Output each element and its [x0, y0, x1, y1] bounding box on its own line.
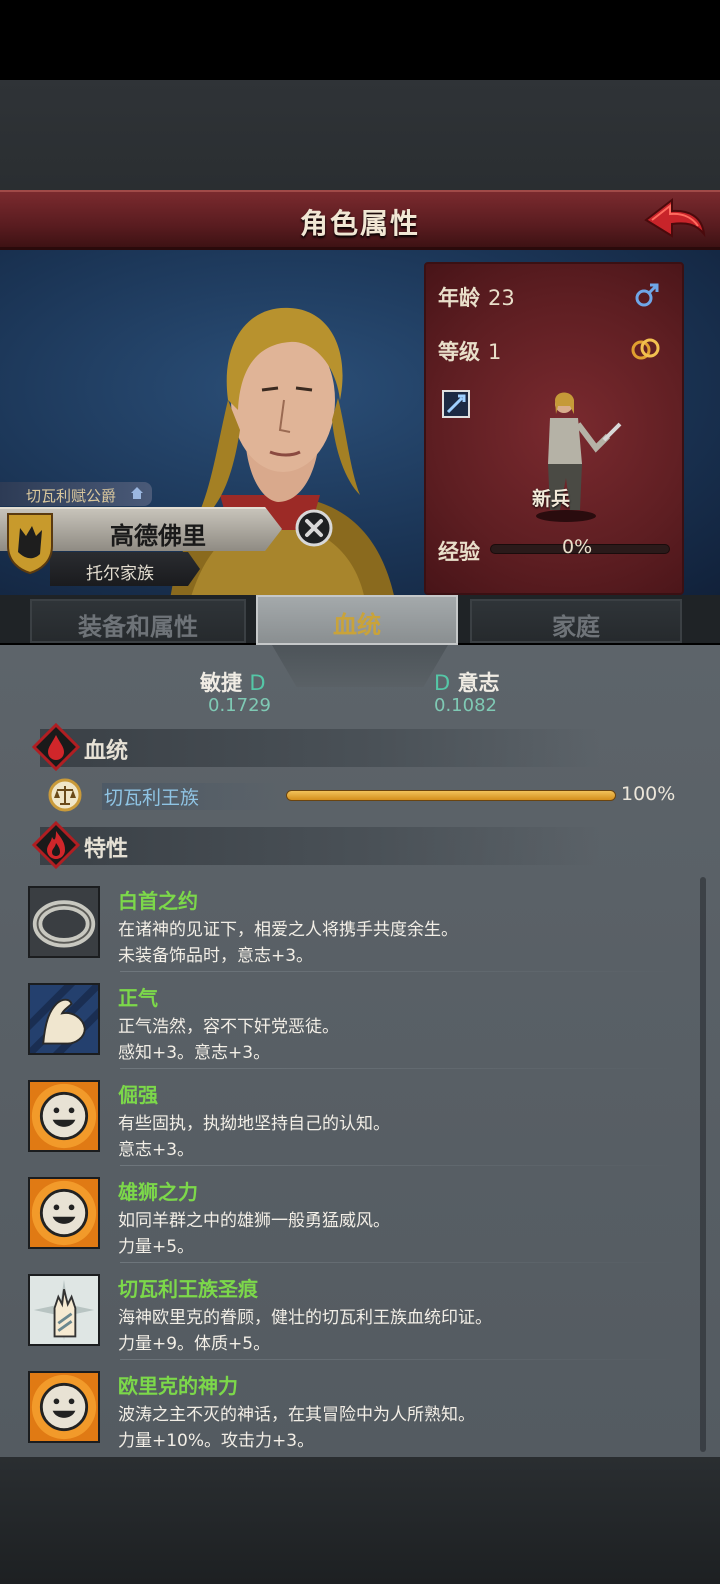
level-value: 1	[488, 340, 502, 364]
page-header: 角色属性	[0, 190, 720, 250]
agility-label: 敏捷	[200, 671, 242, 695]
tab-bar: 装备和属性 血统 家庭	[0, 595, 720, 645]
noble-title-tag: 切瓦利赋公爵	[0, 482, 152, 506]
tab-equipment-attributes[interactable]: 装备和属性	[30, 599, 246, 643]
trait-name: 切瓦利王族圣痕	[118, 1277, 258, 1301]
will-grade: D	[434, 671, 451, 695]
will-value: 0.1082	[434, 695, 497, 716]
trait-description: 海神欧里克的眷顾，健壮的切瓦利王族血统印证。	[118, 1308, 492, 1328]
trait-effect: 力量+10%。攻击力+3。	[118, 1431, 315, 1451]
trait-description: 波涛之主不灭的神话，在其冒险中为人所熟知。	[118, 1405, 475, 1425]
status-bar-area	[0, 0, 720, 80]
trait-description: 如同羊群之中的雄狮一般勇猛威风。	[118, 1211, 390, 1231]
trait-item[interactable]: 欧里克的神力 波涛之主不灭的神话，在其冒险中为人所熟知。 力量+10%。攻击力+…	[0, 1360, 720, 1457]
age-label: 年龄	[438, 286, 480, 310]
agility-value: 0.1729	[208, 695, 271, 716]
traits-section-title: 特性	[84, 837, 129, 862]
sacred-hand-icon	[28, 1274, 100, 1346]
male-icon	[635, 283, 659, 307]
family-name: 托尔家族	[86, 564, 154, 584]
tab-notch	[272, 645, 448, 687]
trait-description: 正气浩然，容不下奸党恶徒。	[118, 1017, 339, 1037]
flame-icon	[32, 821, 80, 869]
trait-effect: 未装备饰品时，意志+3。	[118, 946, 314, 966]
trait-name: 白首之约	[118, 889, 198, 913]
exp-value: 0%	[562, 536, 593, 558]
trait-effect: 感知+3。意志+3。	[118, 1043, 271, 1063]
blood-drop-icon	[32, 723, 80, 771]
level-label: 等级	[438, 340, 480, 364]
character-portrait-panel: 切瓦利赋公爵 高德佛里 托尔家族 年龄 23 等级 1 新兵 经验 0%	[0, 250, 720, 595]
bloodline-entry[interactable]: 切瓦利王族 100%	[48, 778, 688, 812]
class-name: 新兵	[532, 488, 571, 510]
character-name: 高德佛里	[110, 522, 206, 550]
trait-name: 正气	[118, 986, 158, 1010]
trait-description: 有些固执，执拗地坚持自己的认知。	[118, 1114, 390, 1134]
bloodline-progress-bar	[286, 790, 616, 801]
tab-bloodline[interactable]: 血统	[256, 595, 458, 645]
trait-item[interactable]: 切瓦利王族圣痕 海神欧里克的眷顾，健壮的切瓦利王族血统印证。 力量+9。体质+5…	[0, 1263, 720, 1360]
dismiss-button[interactable]	[295, 509, 333, 547]
weapon-type-icon	[442, 390, 470, 418]
level-row: 等级 1	[438, 336, 501, 366]
age-value: 23	[488, 286, 515, 310]
noble-title: 切瓦利赋公爵	[26, 487, 117, 505]
will-label: 意志	[457, 671, 500, 695]
family-plate[interactable]: 托尔家族	[50, 552, 200, 586]
top-backdrop	[0, 80, 720, 190]
age-row: 年龄 23	[438, 282, 515, 312]
ring-icon	[28, 886, 100, 958]
flexed-arm-icon	[28, 983, 100, 1055]
trait-name: 欧里克的神力	[118, 1374, 238, 1398]
trait-item[interactable]: 正气 正气浩然，容不下奸党恶徒。 感知+3。意志+3。	[0, 972, 720, 1069]
married-rings-icon[interactable]	[630, 336, 662, 362]
tab-family[interactable]: 家庭	[470, 599, 682, 643]
page-title: 角色属性	[299, 207, 420, 240]
exp-label: 经验	[438, 540, 480, 564]
smiley-icon	[28, 1371, 100, 1443]
bloodline-section-title: 血统	[84, 739, 129, 764]
smiley-icon	[28, 1177, 100, 1249]
stats-card: 年龄 23 等级 1 新兵 经验 0%	[424, 262, 684, 595]
trait-name: 雄狮之力	[118, 1180, 198, 1204]
trait-item[interactable]: 白首之约 在诸神的见证下，相爱之人将携手共度余生。 未装备饰品时，意志+3。	[0, 875, 720, 972]
home-icon	[131, 487, 143, 499]
trait-item[interactable]: 雄狮之力 如同羊群之中的雄狮一般勇猛威风。 力量+5。	[0, 1166, 720, 1263]
smiley-icon	[28, 1080, 100, 1152]
trait-effect: 意志+3。	[118, 1140, 195, 1160]
wolf-crest-icon[interactable]	[6, 510, 54, 574]
back-arrow-icon[interactable]	[642, 196, 708, 246]
attribute-will: D 意志	[434, 667, 499, 697]
scales-icon	[48, 778, 82, 812]
traits-scrollbar[interactable]	[700, 877, 706, 1452]
bloodline-content: 敏捷 D 0.1729 D 意志 0.1082 血统 切瓦利王族 100% 特性	[0, 645, 720, 1457]
trait-effect: 力量+5。	[118, 1237, 195, 1257]
bottom-backdrop	[0, 1457, 720, 1584]
bloodline-percent: 100%	[621, 783, 676, 805]
trait-effect: 力量+9。体质+5。	[118, 1334, 271, 1354]
bloodline-name: 切瓦利王族	[102, 783, 282, 810]
trait-description: 在诸神的见证下，相爱之人将携手共度余生。	[118, 920, 458, 940]
trait-item[interactable]: 倔强 有些固执，执拗地坚持自己的认知。 意志+3。	[0, 1069, 720, 1166]
attribute-agility: 敏捷 D	[200, 667, 265, 697]
trait-name: 倔强	[118, 1083, 158, 1107]
agility-grade: D	[249, 671, 266, 695]
